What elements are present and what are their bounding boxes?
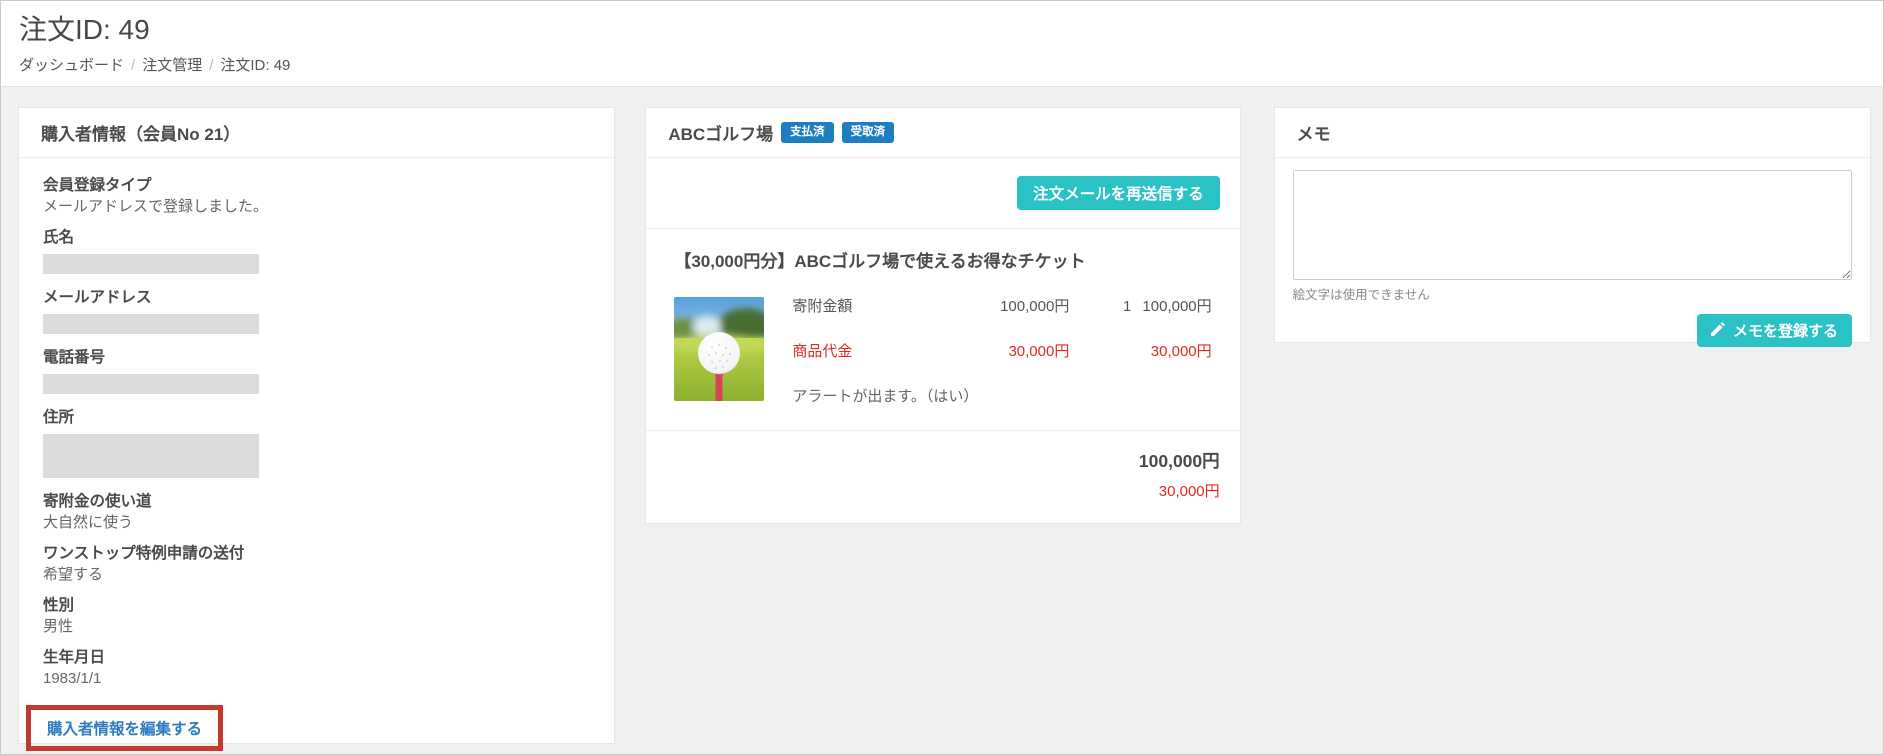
status-badge-received: 受取済 <box>841 122 895 143</box>
breadcrumb: ダッシュボード / 注文管理 / 注文ID: 49 <box>19 54 1863 75</box>
product-section: 【30,000円分】ABCゴルフ場で使えるお得なチケット 寄附金額 100,00… <box>646 229 1240 431</box>
content-columns: 購入者情報（会員No 21） 会員登録タイプ メールアドレスで登録しました。 氏… <box>1 87 1883 751</box>
donation-total: 100,000円 <box>1138 451 1220 471</box>
shop-name: ABCゴルフ場 <box>668 125 774 144</box>
price-row-label: 寄附金額 <box>792 298 853 315</box>
product-row: 寄附金額 100,000円 1 100,000円 商品代金 30,000円 30… <box>674 297 1212 407</box>
memo-textarea[interactable] <box>1292 170 1852 280</box>
buyer-panel-body: 会員登録タイプ メールアドレスで登録しました。 氏名 メールアドレス 電話番号 … <box>19 158 614 751</box>
breadcrumb-order-management[interactable]: 注文管理 <box>142 57 202 74</box>
field-name: 氏名 <box>43 227 590 274</box>
memo-panel: メモ 絵文字は使用できません メモを登録する <box>1273 107 1871 347</box>
order-panel: ABCゴルフ場 支払済 受取済 注文メールを再送信する 【30,000円分】AB… <box>645 107 1241 526</box>
resend-order-mail-button[interactable]: 注文メールを再送信する <box>1017 176 1220 210</box>
product-title: 【30,000円分】ABCゴルフ場で使えるお得なチケット <box>674 252 1086 271</box>
pencil-icon <box>1710 321 1725 340</box>
breadcrumb-dashboard[interactable]: ダッシュボード <box>19 57 124 74</box>
field-label: 性別 <box>43 597 75 614</box>
price-row-unit-price: 30,000円 <box>1008 343 1070 360</box>
price-row-quantity <box>1069 342 1131 387</box>
price-row-quantity: 1 <box>1122 298 1132 315</box>
buyer-info-panel: 購入者情報（会員No 21） 会員登録タイプ メールアドレスで登録しました。 氏… <box>18 107 616 751</box>
field-gender: 性別 男性 <box>43 595 590 637</box>
product-alert-note: アラートが出ます。（はい） <box>792 388 979 405</box>
edit-buyer-info-link[interactable]: 購入者情報を編集する <box>47 721 202 738</box>
annotation-highlight-box: 購入者情報を編集する <box>26 705 224 751</box>
field-birthdate: 生年月日 1983/1/1 <box>43 647 590 689</box>
product-price-table: 寄附金額 100,000円 1 100,000円 商品代金 30,000円 30… <box>792 297 1211 407</box>
memo-emoji-note: 絵文字は使用できません <box>1292 288 1430 302</box>
price-row-amount: 30,000円 <box>1150 343 1212 360</box>
register-memo-label: メモを登録する <box>1732 323 1838 340</box>
memo-button-row: メモを登録する <box>1293 314 1852 347</box>
price-row-amount: 100,000円 <box>1142 298 1212 315</box>
field-label: 氏名 <box>43 229 75 246</box>
breadcrumb-current: 注文ID: 49 <box>220 57 291 74</box>
field-value: 大自然に使う <box>43 514 134 531</box>
order-detail-page: 注文ID: 49 ダッシュボード / 注文管理 / 注文ID: 49 購入者情報（会員N… <box>0 0 1884 755</box>
product-image <box>674 297 765 401</box>
product-total: 30,000円 <box>1158 483 1220 500</box>
field-value: 1983/1/1 <box>43 670 102 687</box>
field-value: メールアドレスで登録しました。 <box>43 198 269 215</box>
field-label: 会員登録タイプ <box>43 177 152 194</box>
buyer-panel-title: 購入者情報（会員No 21） <box>19 108 615 158</box>
field-value: 希望する <box>43 566 104 583</box>
order-totals: 100,000円 30,000円 <box>646 431 1239 526</box>
field-registration-type: 会員登録タイプ メールアドレスで登録しました。 <box>43 175 590 217</box>
price-row-unit-price: 100,000円 <box>1000 298 1070 315</box>
register-memo-button[interactable]: メモを登録する <box>1696 314 1852 347</box>
field-value: 男性 <box>43 618 74 635</box>
breadcrumb-separator: / <box>131 57 136 74</box>
page-header: 注文ID: 49 ダッシュボード / 注文管理 / 注文ID: 49 <box>1 1 1883 87</box>
field-phone: 電話番号 <box>43 347 590 394</box>
field-label: 生年月日 <box>43 649 106 666</box>
redacted-value-box <box>43 254 259 274</box>
field-label: ワンストップ特例申請の送付 <box>43 545 245 562</box>
field-label: 寄附金の使い道 <box>43 493 152 510</box>
page-title: 注文ID: 49 <box>19 14 150 45</box>
redacted-value-box <box>43 374 259 394</box>
field-onestop-application: ワンストップ特例申請の送付 希望する <box>43 543 590 585</box>
price-row-label: 商品代金 <box>792 343 853 360</box>
field-label: 住所 <box>43 409 75 426</box>
order-panel-header: ABCゴルフ場 支払済 受取済 <box>646 108 1240 158</box>
field-label: メールアドレス <box>43 289 152 306</box>
field-donation-use: 寄附金の使い道 大自然に使う <box>43 491 590 533</box>
field-address: 住所 <box>43 407 590 478</box>
field-label: 電話番号 <box>43 349 106 366</box>
resend-mail-row: 注文メールを再送信する <box>646 158 1240 229</box>
status-badge-paid: 支払済 <box>781 122 834 143</box>
memo-panel-title: メモ <box>1274 108 1870 158</box>
redacted-value-box <box>43 434 259 478</box>
breadcrumb-separator: / <box>209 57 214 74</box>
memo-panel-body: 絵文字は使用できません メモを登録する <box>1275 158 1870 347</box>
field-email: メールアドレス <box>43 287 590 334</box>
golf-ball-illustration <box>674 297 765 401</box>
redacted-value-box <box>43 314 259 334</box>
